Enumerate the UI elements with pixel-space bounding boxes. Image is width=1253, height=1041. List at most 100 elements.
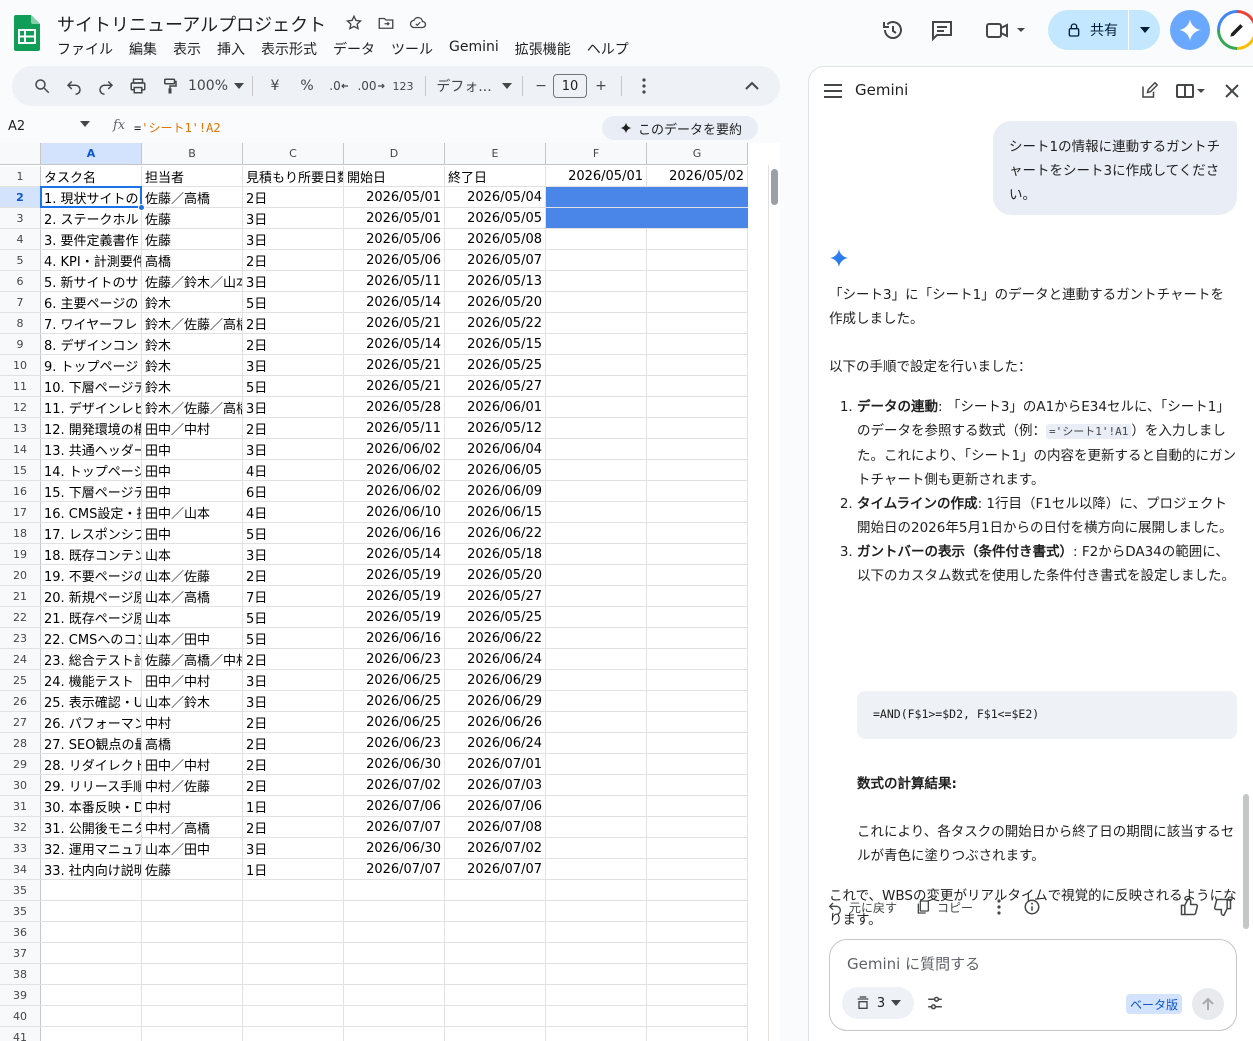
table-cell[interactable]: 11. デザインレビ — [41, 397, 142, 417]
table-cell[interactable]: 2026/07/02 — [344, 775, 445, 795]
redo-icon[interactable] — [90, 72, 122, 100]
row-number[interactable]: 41 — [0, 1027, 41, 1041]
column-header-g[interactable]: G — [647, 143, 748, 164]
menu-extensions[interactable]: 拡張機能 — [507, 38, 579, 61]
more-actions-icon[interactable] — [997, 893, 1001, 921]
row-number[interactable]: 4 — [0, 229, 41, 249]
table-cell[interactable]: 田中／中村 — [142, 670, 243, 690]
move-folder-icon[interactable] — [376, 13, 396, 33]
table-cell[interactable]: 3日 — [243, 544, 344, 564]
gemini-scrollbar[interactable] — [1243, 794, 1249, 929]
table-cell[interactable]: 2026/05/01 — [344, 208, 445, 228]
row-number[interactable]: 26 — [0, 691, 41, 711]
table-cell[interactable]: 中村 — [142, 712, 243, 732]
spreadsheet-grid[interactable]: ABCDEFG 1 タスク名 担当者 見積もり所要日数 開始日 終了日 2026/05/01… — [0, 143, 780, 1041]
table-cell[interactable] — [647, 712, 748, 732]
meet-icon[interactable] — [980, 12, 1030, 48]
table-cell[interactable]: 2026/06/25 — [344, 712, 445, 732]
table-cell[interactable] — [647, 439, 748, 459]
table-cell[interactable]: 2日 — [243, 565, 344, 585]
table-cell[interactable] — [41, 943, 142, 963]
copy-button[interactable]: コピー — [915, 893, 973, 921]
table-cell[interactable]: 中村 — [142, 796, 243, 816]
table-cell[interactable]: 2026/05/14 — [344, 544, 445, 564]
column-header-b[interactable]: B — [142, 143, 243, 164]
table-cell[interactable] — [647, 376, 748, 396]
table-cell[interactable]: 2026/06/16 — [344, 628, 445, 648]
table-cell[interactable]: 2026/05/27 — [445, 586, 546, 606]
font-size-decrease-button[interactable]: − — [529, 72, 553, 100]
table-cell[interactable]: 山本／鈴木 — [142, 691, 243, 711]
table-cell[interactable]: 6日 — [243, 481, 344, 501]
table-cell[interactable] — [344, 901, 445, 921]
table-cell[interactable]: 山本／佐藤 — [142, 565, 243, 585]
table-cell[interactable]: 高橋 — [142, 250, 243, 270]
row-number[interactable]: 15 — [0, 460, 41, 480]
table-cell[interactable] — [647, 754, 748, 774]
table-cell[interactable] — [647, 502, 748, 522]
increase-decimal-button[interactable]: .00 — [355, 72, 387, 100]
table-cell[interactable]: 中村／佐藤 — [142, 775, 243, 795]
table-cell[interactable] — [546, 229, 647, 249]
table-cell[interactable]: 2026/05/21 — [344, 376, 445, 396]
table-cell[interactable] — [546, 271, 647, 291]
table-cell[interactable]: 2026/05/06 — [344, 250, 445, 270]
row-number[interactable]: 32 — [0, 817, 41, 837]
table-cell[interactable] — [445, 1027, 546, 1041]
table-cell[interactable]: 田中 — [142, 523, 243, 543]
name-box-dropdown-icon[interactable] — [80, 121, 90, 127]
table-cell[interactable] — [647, 670, 748, 690]
row-number[interactable]: 27 — [0, 712, 41, 732]
table-cell[interactable]: 佐藤／高橋 — [142, 187, 243, 207]
table-cell[interactable] — [647, 334, 748, 354]
row-number[interactable]: 2 — [0, 187, 41, 207]
row-number[interactable]: 30 — [0, 775, 41, 795]
menu-format[interactable]: 表示形式 — [253, 38, 325, 61]
table-cell[interactable]: 2026/06/26 — [445, 712, 546, 732]
table-cell[interactable]: 鈴木／佐藤／高橋 — [142, 313, 243, 333]
table-cell[interactable]: 山本／田中 — [142, 838, 243, 858]
header-cell[interactable]: 担当者 — [142, 166, 243, 186]
table-cell[interactable]: 4日 — [243, 502, 344, 522]
table-cell[interactable] — [546, 880, 647, 900]
table-cell[interactable]: 2026/06/25 — [344, 670, 445, 690]
table-cell[interactable]: 2日 — [243, 754, 344, 774]
table-cell[interactable] — [546, 712, 647, 732]
thumbs-up-icon[interactable] — [1179, 893, 1199, 921]
share-button[interactable]: 共有 — [1048, 10, 1160, 50]
table-cell[interactable]: 2日 — [243, 712, 344, 732]
table-cell[interactable] — [647, 397, 748, 417]
table-cell[interactable] — [41, 985, 142, 1005]
table-cell[interactable]: 33. 社内向け説明 — [41, 859, 142, 879]
table-cell[interactable] — [546, 649, 647, 669]
table-cell[interactable]: 4. KPI・計測要件 — [41, 250, 142, 270]
table-cell[interactable]: 2026/06/25 — [344, 691, 445, 711]
row-number[interactable]: 36 — [0, 922, 41, 942]
row-number[interactable]: 39 — [0, 985, 41, 1005]
table-cell[interactable]: 9. トップページ — [41, 355, 142, 375]
row-number[interactable]: 7 — [0, 292, 41, 312]
table-cell[interactable] — [647, 418, 748, 438]
table-cell[interactable]: 8. デザインコン — [41, 334, 142, 354]
table-cell[interactable]: 2026/06/30 — [344, 838, 445, 858]
table-cell[interactable]: 2026/06/02 — [344, 439, 445, 459]
row-number[interactable]: 34 — [0, 859, 41, 879]
table-cell[interactable] — [546, 481, 647, 501]
table-cell[interactable]: 26. パフォーマン — [41, 712, 142, 732]
table-cell[interactable] — [546, 502, 647, 522]
summarize-data-button[interactable]: このデータを要約 — [602, 116, 759, 140]
row-number[interactable]: 13 — [0, 418, 41, 438]
row-number[interactable]: 20 — [0, 565, 41, 585]
table-cell[interactable]: 2026/06/02 — [344, 460, 445, 480]
table-cell[interactable] — [546, 523, 647, 543]
table-cell[interactable]: 2026/06/22 — [445, 523, 546, 543]
table-cell[interactable]: 2026/05/14 — [344, 292, 445, 312]
table-cell[interactable]: 21. 既存ページ原 — [41, 607, 142, 627]
table-cell[interactable]: 3日 — [243, 838, 344, 858]
thumbs-down-icon[interactable] — [1213, 893, 1233, 921]
column-header-a[interactable]: A — [41, 143, 142, 164]
table-cell[interactable] — [546, 901, 647, 921]
table-cell[interactable] — [546, 1006, 647, 1026]
new-chat-icon[interactable] — [1137, 79, 1161, 103]
table-cell[interactable] — [546, 628, 647, 648]
